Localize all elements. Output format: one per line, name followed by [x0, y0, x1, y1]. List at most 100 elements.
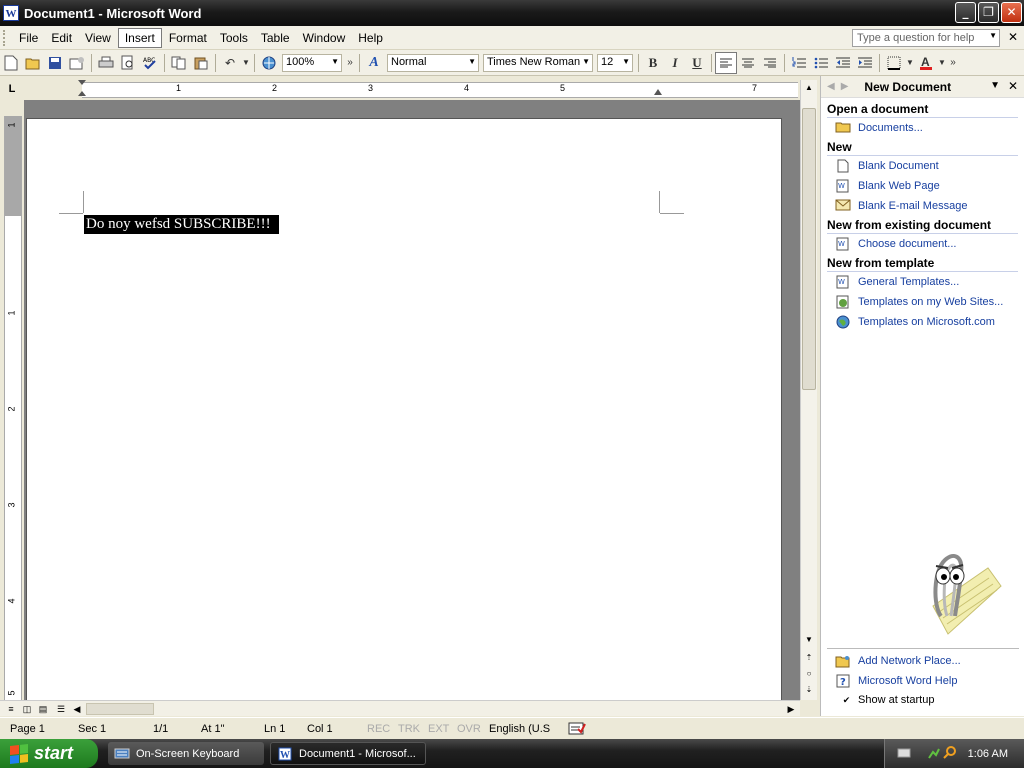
right-indent-marker[interactable]	[654, 89, 662, 95]
menu-help[interactable]: Help	[352, 29, 389, 47]
link-documents[interactable]: Documents...	[835, 118, 1024, 138]
italic-button[interactable]: I	[664, 52, 686, 74]
borders-dropdown-icon[interactable]: ▼	[905, 52, 915, 74]
menu-tools[interactable]: Tools	[214, 29, 254, 47]
underline-button[interactable]: U	[686, 52, 708, 74]
chevron-down-icon[interactable]: ▼	[468, 57, 476, 66]
back-arrow-icon[interactable]: ◀	[827, 81, 835, 92]
vertical-scrollbar[interactable]: ▲ ▼ ⇡ ○ ⇣	[800, 80, 817, 700]
chevron-down-icon[interactable]: ▼	[989, 31, 997, 40]
select-browse-object-icon[interactable]: ○	[801, 666, 817, 682]
taskbar-word-document[interactable]: W Document1 - Microsof...	[270, 742, 426, 765]
font-color-dropdown-icon[interactable]: ▼	[937, 52, 947, 74]
menu-edit[interactable]: Edit	[45, 29, 78, 47]
previous-page-icon[interactable]: ⇡	[801, 650, 817, 666]
status-language[interactable]: English (U.S	[489, 723, 550, 735]
permission-icon[interactable]	[66, 52, 88, 74]
align-left-icon[interactable]	[715, 51, 737, 74]
align-right-icon[interactable]	[759, 52, 781, 74]
new-icon[interactable]	[0, 52, 22, 74]
taskbar-onscreen-keyboard[interactable]: On-Screen Keyboard	[108, 742, 264, 765]
spelling-icon[interactable]: ABC	[139, 52, 161, 74]
word-app-icon[interactable]: W	[3, 5, 19, 21]
web-layout-view-icon[interactable]: ◫	[20, 702, 34, 716]
link-add-network-place[interactable]: Add Network Place...	[835, 651, 1019, 671]
open-icon[interactable]	[22, 52, 44, 74]
font-size-select[interactable]: 12 ▼	[597, 53, 633, 72]
align-center-icon[interactable]	[737, 52, 759, 74]
minimize-button[interactable]: _	[955, 2, 976, 23]
menu-table[interactable]: Table	[255, 29, 296, 47]
close-document-button[interactable]: ✕	[1008, 30, 1018, 44]
toolbar-options-icon[interactable]: »	[344, 52, 356, 74]
vertical-ruler[interactable]: 1 1 2 3 4 5	[4, 116, 22, 700]
hscroll-thumb[interactable]	[86, 703, 154, 715]
outline-view-icon[interactable]: ☰	[54, 702, 68, 716]
search-tray-icon[interactable]	[943, 745, 957, 762]
menu-grip[interactable]	[3, 29, 7, 46]
scroll-down-icon[interactable]: ▼	[801, 632, 817, 648]
link-word-help[interactable]: ? Microsoft Word Help	[835, 671, 1019, 691]
menu-view[interactable]: View	[79, 29, 117, 47]
office-assistant-clippy[interactable]	[903, 546, 1003, 636]
tab-selector[interactable]: L	[0, 78, 24, 100]
print-layout-view-icon[interactable]: ▤	[36, 702, 50, 716]
link-general-templates[interactable]: W General Templates...	[835, 272, 1024, 292]
paste-icon[interactable]	[190, 52, 212, 74]
font-select[interactable]: Times New Roman ▼	[483, 53, 593, 72]
link-blank-web-page[interactable]: W Blank Web Page	[835, 176, 1024, 196]
document-page[interactable]: Do noy wefsd SUBSCRIBE!!!	[26, 118, 782, 708]
toolbar-options-icon[interactable]: »	[947, 52, 959, 74]
status-ovr[interactable]: OVR	[457, 723, 481, 735]
undo-icon[interactable]: ↶	[219, 52, 241, 74]
bold-button[interactable]: B	[642, 52, 664, 74]
restore-button[interactable]: ❐	[978, 2, 999, 23]
scroll-up-icon[interactable]: ▲	[801, 80, 817, 96]
network-tray-icon[interactable]	[927, 746, 941, 763]
document-area[interactable]: Do noy wefsd SUBSCRIBE!!!	[24, 100, 800, 708]
style-select[interactable]: Normal ▼	[387, 53, 479, 72]
status-trk[interactable]: TRK	[398, 723, 420, 735]
status-rec[interactable]: REC	[367, 723, 390, 735]
horizontal-scrollbar[interactable]: ≡ ◫ ▤ ☰ ◀ ▶	[0, 700, 800, 716]
web-icon[interactable]	[258, 52, 280, 74]
menu-window[interactable]: Window	[297, 29, 352, 47]
normal-view-icon[interactable]: ≡	[4, 702, 18, 716]
borders-icon[interactable]	[883, 52, 905, 74]
copy-icon[interactable]	[168, 52, 190, 74]
menu-format[interactable]: Format	[163, 29, 213, 47]
scroll-thumb[interactable]	[802, 108, 816, 390]
menu-insert[interactable]: Insert	[117, 27, 162, 48]
styles-formatting-icon[interactable]: A	[363, 52, 385, 74]
horizontal-ruler[interactable]: 1 2 3 4 5 7	[24, 80, 800, 100]
show-at-startup-option[interactable]: ✔ Show at startup	[841, 691, 1019, 709]
print-icon[interactable]	[95, 52, 117, 74]
decrease-indent-icon[interactable]	[832, 52, 854, 74]
chevron-down-icon[interactable]: ▼	[331, 57, 339, 66]
link-templates-web-sites[interactable]: Templates on my Web Sites...	[835, 292, 1024, 312]
link-templates-microsoft[interactable]: Templates on Microsoft.com	[835, 312, 1024, 332]
link-choose-document[interactable]: W Choose document...	[835, 234, 1024, 254]
zoom-select[interactable]: 100% ▼	[282, 53, 342, 72]
link-blank-document[interactable]: Blank Document	[835, 156, 1024, 176]
task-pane-close-icon[interactable]: ✕	[1008, 79, 1018, 93]
indent-marker[interactable]	[78, 91, 86, 96]
help-question-input[interactable]: Type a question for help ▼	[852, 29, 1000, 47]
save-icon[interactable]	[44, 52, 66, 74]
task-pane-menu-icon[interactable]: ▼	[990, 80, 1000, 91]
print-preview-icon[interactable]	[117, 52, 139, 74]
status-ext[interactable]: EXT	[428, 723, 449, 735]
indent-marker[interactable]	[78, 80, 86, 85]
keyboard-tray-icon[interactable]	[897, 747, 911, 762]
selected-document-text[interactable]: Do noy wefsd SUBSCRIBE!!!	[84, 215, 279, 234]
bullets-icon[interactable]	[810, 52, 832, 74]
font-color-icon[interactable]: A	[915, 52, 937, 74]
scroll-left-icon[interactable]: ◀	[70, 702, 84, 716]
chevron-down-icon[interactable]: ▼	[582, 57, 590, 66]
link-blank-email[interactable]: Blank E-mail Message	[835, 196, 1024, 216]
numbering-icon[interactable]	[788, 52, 810, 74]
close-button[interactable]: ✕	[1001, 2, 1022, 23]
start-button[interactable]: start	[0, 739, 98, 768]
next-page-icon[interactable]: ⇣	[801, 682, 817, 698]
clock[interactable]: 1:06 AM	[968, 748, 1008, 760]
